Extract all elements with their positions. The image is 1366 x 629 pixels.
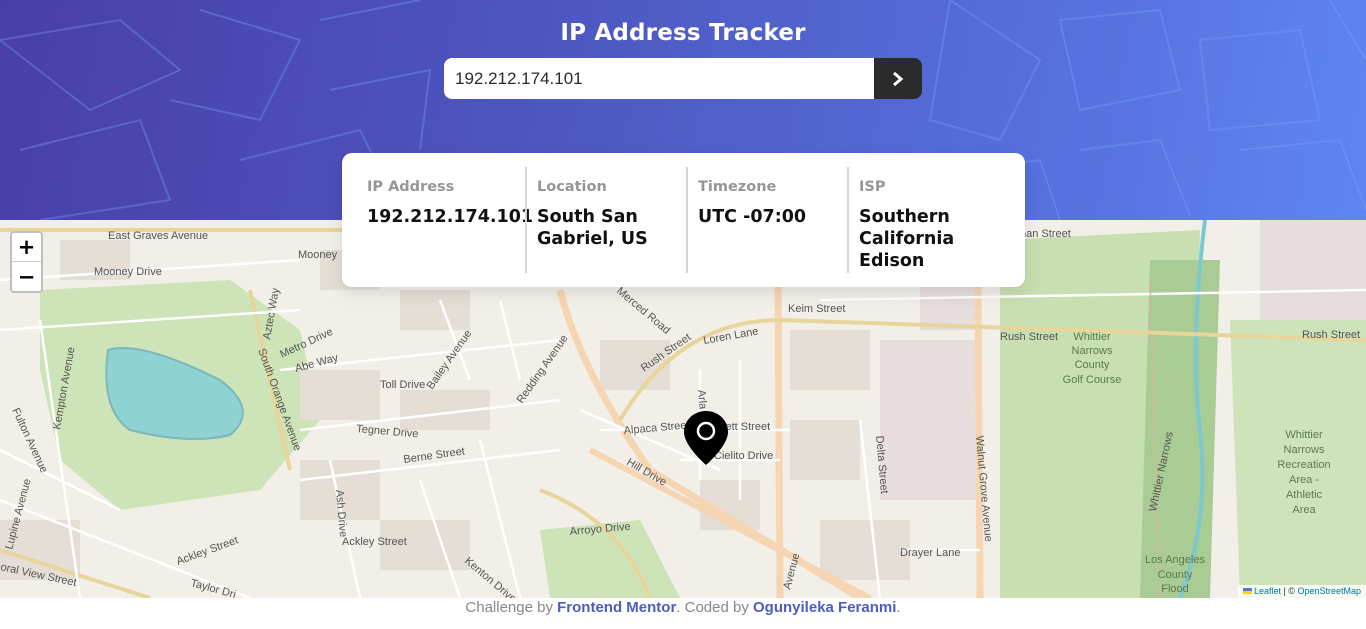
info-divider xyxy=(525,167,527,273)
map-label: Golf Course xyxy=(1063,374,1122,386)
page-title: IP Address Tracker xyxy=(560,20,806,46)
info-ip-value: 192.212.174.101 xyxy=(367,207,534,227)
map-label: Area xyxy=(1292,504,1316,516)
map-label: Area - xyxy=(1289,474,1319,486)
footer-suffix: . xyxy=(896,599,901,616)
footer-attribution: Challenge by Frontend Mentor. Coded by O… xyxy=(0,598,1366,629)
map-label: Whittier xyxy=(1073,331,1111,343)
map-zoom-control: + − xyxy=(10,231,43,293)
ip-search-input[interactable] xyxy=(444,58,874,99)
map-label: Rush Street xyxy=(1302,329,1360,341)
map-label: Whittier xyxy=(1285,429,1323,441)
info-timezone-value: UTC -07:00 xyxy=(698,207,807,227)
map-label: Rush Street xyxy=(1000,331,1058,343)
map-label: East Graves Avenue xyxy=(108,230,208,242)
map-label: Ackley Street xyxy=(342,536,407,548)
map-label: Taylor Dri xyxy=(189,577,237,598)
leaflet-flag-icon xyxy=(1242,588,1252,594)
map-label: Recreation xyxy=(1277,459,1330,471)
map-label: Flood xyxy=(1161,583,1189,595)
map-label: Narrows xyxy=(1284,444,1325,456)
map-label: Bailey Avenue xyxy=(425,328,475,392)
map-label: Toll Drive xyxy=(380,379,425,391)
map-label: Keim Street xyxy=(788,303,845,315)
info-divider xyxy=(847,167,849,273)
map-label: Arla xyxy=(695,389,709,410)
footer-prefix: Challenge by xyxy=(465,599,558,616)
map-label: Narrows xyxy=(1072,345,1113,357)
info-location-label: Location xyxy=(537,179,607,195)
info-ip-label: IP Address xyxy=(367,179,455,195)
ip-search-form xyxy=(444,58,922,99)
map-label: Mooney xyxy=(298,249,338,261)
search-submit-button[interactable] xyxy=(874,58,922,99)
frontend-mentor-link[interactable]: Frontend Mentor xyxy=(557,599,676,616)
map-label: Drayer Lane xyxy=(900,547,961,559)
map-label: nan Street xyxy=(1020,228,1071,240)
map-label: County xyxy=(1158,569,1193,581)
info-isp-label: ISP xyxy=(859,179,886,195)
osm-link[interactable]: OpenStreetMap xyxy=(1297,586,1361,596)
info-location-value: South San Gabriel, US xyxy=(537,207,648,249)
info-divider xyxy=(686,167,688,273)
map-label: Avenue xyxy=(781,552,802,591)
map-label: Ackley Street xyxy=(175,534,240,567)
info-isp-value: Southern California Edison xyxy=(859,207,955,271)
attribution-separator: | © xyxy=(1280,586,1298,596)
leaflet-link[interactable]: Leaflet xyxy=(1254,586,1281,596)
ip-info-card: IP Address 192.212.174.101 Location Sout… xyxy=(342,153,1025,287)
map-label: Alpaca Street xyxy=(623,419,690,437)
map-label: Los Angeles xyxy=(1145,554,1205,566)
author-link[interactable]: Ogunyileka Feranmi xyxy=(753,599,896,616)
map-label: Mooney Drive xyxy=(94,266,162,278)
footer-middle: . Coded by xyxy=(676,599,754,616)
location-pin-icon[interactable] xyxy=(683,410,729,466)
map-attribution: Leaflet | © OpenStreetMap xyxy=(1237,585,1366,598)
info-timezone-label: Timezone xyxy=(698,179,777,195)
map-label: Athletic xyxy=(1286,489,1323,501)
map-label: County xyxy=(1075,359,1110,371)
map-label: Merced Road xyxy=(614,285,672,337)
chevron-right-icon xyxy=(893,71,904,86)
zoom-out-button[interactable]: − xyxy=(12,262,41,291)
zoom-in-button[interactable]: + xyxy=(12,233,41,262)
